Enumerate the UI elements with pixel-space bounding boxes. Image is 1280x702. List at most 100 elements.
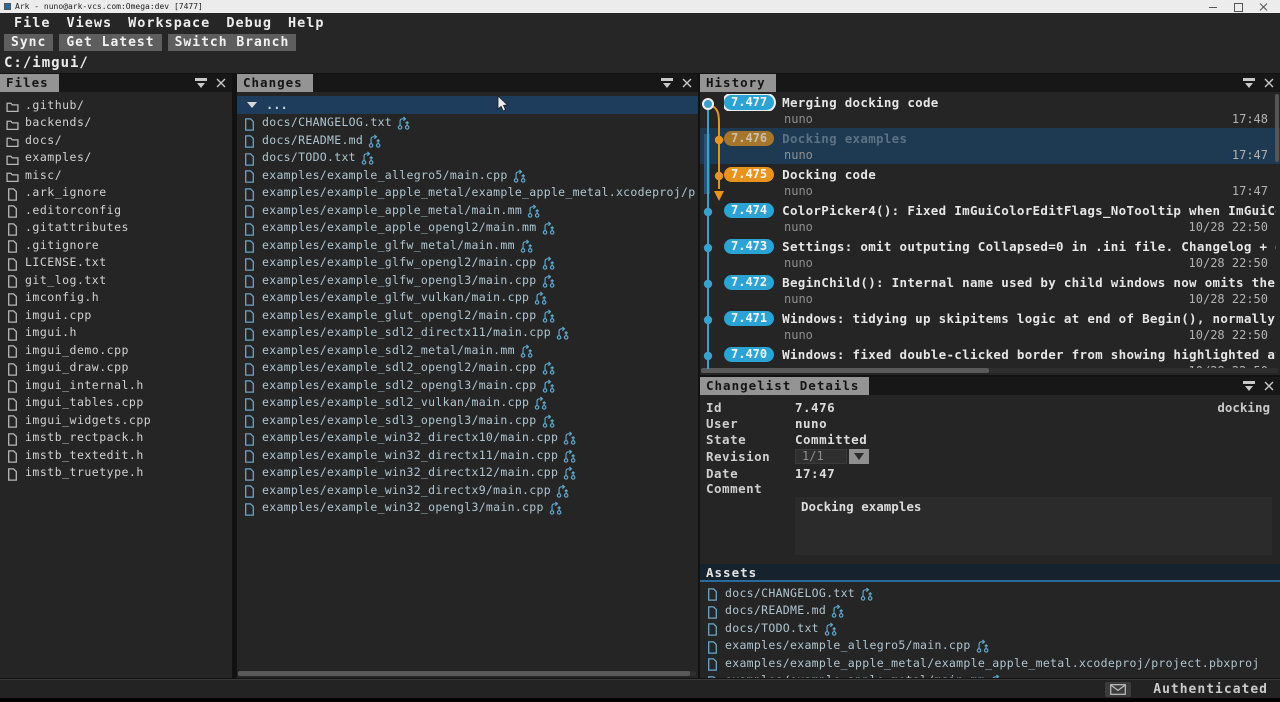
- file-tree-item[interactable]: imconfig.h: [0, 289, 232, 307]
- file-tree-item[interactable]: imgui_draw.cpp: [0, 359, 232, 377]
- file-tree-item[interactable]: imstb_textedit.h: [0, 446, 232, 464]
- asset-row[interactable]: docs/CHANGELOG.txt: [700, 584, 1280, 602]
- asset-row[interactable]: examples/example_allegro5/main.cpp: [700, 637, 1280, 655]
- revision-value[interactable]: 1/1: [795, 449, 847, 464]
- files-tab[interactable]: Files: [0, 74, 59, 92]
- file-tree-item[interactable]: imgui_widgets.cpp: [0, 411, 232, 429]
- file-tree-item[interactable]: .github/: [0, 96, 232, 114]
- changed-file-row[interactable]: examples/example_allegro5/main.cpp: [237, 166, 698, 184]
- changed-file-row[interactable]: docs/CHANGELOG.txt: [237, 114, 698, 132]
- history-vscrollbar-thumb[interactable]: [1275, 94, 1279, 162]
- asset-row[interactable]: docs/README.md: [700, 602, 1280, 620]
- user-label: User: [706, 416, 795, 431]
- file-tree-item[interactable]: docs/: [0, 131, 232, 149]
- commit-row[interactable]: 7.476 Docking examples nuno 17:47: [700, 128, 1280, 164]
- comment-textarea[interactable]: Docking examples: [795, 497, 1272, 555]
- changes-root-row[interactable]: ...: [237, 96, 698, 114]
- changes-tab[interactable]: Changes: [237, 74, 313, 92]
- file-tree-item[interactable]: imgui.cpp: [0, 306, 232, 324]
- close-button[interactable]: [1259, 2, 1268, 11]
- filter-icon[interactable]: [661, 78, 674, 89]
- file-tree-item[interactable]: imgui.h: [0, 324, 232, 342]
- assets-title: Assets: [706, 565, 757, 580]
- history-hscrollbar-thumb[interactable]: [701, 368, 989, 373]
- changed-file-row[interactable]: examples/example_apple_metal/main.mm: [237, 201, 698, 219]
- changed-file-row[interactable]: examples/example_win32_directx11/main.cp…: [237, 446, 698, 464]
- changed-file-row[interactable]: examples/example_glfw_opengl2/main.cpp: [237, 254, 698, 272]
- file-tree-item[interactable]: .gitattributes: [0, 219, 232, 237]
- changed-file-row[interactable]: examples/example_glut_opengl2/main.cpp: [237, 306, 698, 324]
- menu-item[interactable]: Debug: [218, 15, 280, 31]
- asset-row[interactable]: examples/example_apple_metal/example_app…: [700, 654, 1280, 672]
- history-tab[interactable]: History: [700, 74, 776, 92]
- commit-row[interactable]: 7.474 ColorPicker4(): Fixed ImGuiColorEd…: [700, 200, 1280, 236]
- close-panel-icon[interactable]: [682, 78, 692, 88]
- file-tree-item[interactable]: git_log.txt: [0, 271, 232, 289]
- commit-row[interactable]: 7.470 Windows: fixed double-clicked bord…: [700, 344, 1280, 369]
- file-name: backends/: [25, 115, 92, 129]
- maximize-button[interactable]: [1234, 2, 1243, 11]
- minimize-button[interactable]: [1209, 2, 1218, 11]
- file-tree-item[interactable]: misc/: [0, 166, 232, 184]
- commit-row[interactable]: 7.472 BeginChild(): Internal name used b…: [700, 272, 1280, 308]
- changed-file-row[interactable]: examples/example_win32_opengl3/main.cpp: [237, 499, 698, 517]
- commit-row[interactable]: 7.477 Merging docking code nuno 17:48: [700, 92, 1280, 128]
- commit-row[interactable]: 7.473 Settings: omit outputing Collapsed…: [700, 236, 1280, 272]
- revision-dropdown-icon[interactable]: [849, 449, 869, 464]
- mail-icon[interactable]: [1105, 682, 1131, 697]
- filter-icon[interactable]: [1243, 78, 1256, 89]
- changed-file-row[interactable]: docs/README.md: [237, 131, 698, 149]
- changed-file-row[interactable]: examples/example_win32_directx9/main.cpp: [237, 481, 698, 499]
- folder-icon: [6, 168, 19, 181]
- file-tree-item[interactable]: LICENSE.txt: [0, 254, 232, 272]
- history-hscrollbar[interactable]: [701, 368, 1278, 373]
- file-tree-item[interactable]: .ark_ignore: [0, 184, 232, 202]
- changed-file-row[interactable]: examples/example_sdl2_opengl2/main.cpp: [237, 359, 698, 377]
- changed-file-row[interactable]: examples/example_apple_opengl2/main.mm: [237, 219, 698, 237]
- commit-row[interactable]: 7.475 Docking code nuno 17:47: [700, 164, 1280, 200]
- toolbar-button[interactable]: Switch Branch: [168, 34, 297, 51]
- file-tree-item[interactable]: backends/: [0, 114, 232, 132]
- file-tree-item[interactable]: .gitignore: [0, 236, 232, 254]
- changed-file-row[interactable]: examples/example_sdl2_directx11/main.cpp: [237, 324, 698, 342]
- changes-hscrollbar[interactable]: [238, 671, 696, 676]
- changed-file-row[interactable]: examples/example_glfw_opengl3/main.cpp: [237, 271, 698, 289]
- changed-file-row[interactable]: examples/example_win32_directx10/main.cp…: [237, 429, 698, 447]
- toolbar-button[interactable]: Get Latest: [59, 34, 161, 51]
- file-tree-item[interactable]: imgui_demo.cpp: [0, 341, 232, 359]
- file-tree-item[interactable]: imstb_truetype.h: [0, 464, 232, 482]
- file-tree-item[interactable]: imstb_rectpack.h: [0, 429, 232, 447]
- file-tree-item[interactable]: imgui_tables.cpp: [0, 394, 232, 412]
- changes-hscrollbar-thumb[interactable]: [238, 671, 690, 676]
- changed-file-row[interactable]: examples/example_sdl2_opengl3/main.cpp: [237, 376, 698, 394]
- filter-icon[interactable]: [1243, 381, 1256, 392]
- filter-icon[interactable]: [195, 78, 208, 89]
- commit-row[interactable]: 7.471 Windows: tidying up skipitems logi…: [700, 308, 1280, 344]
- changed-file-row[interactable]: examples/example_glfw_metal/main.mm: [237, 236, 698, 254]
- toolbar-button[interactable]: Sync: [4, 34, 53, 51]
- menu-item[interactable]: Help: [280, 15, 333, 31]
- changelist-details-tab[interactable]: Changelist Details: [700, 377, 869, 395]
- file-tree-item[interactable]: examples/: [0, 149, 232, 167]
- file-tree-item[interactable]: imgui_internal.h: [0, 376, 232, 394]
- integration-icon: [368, 133, 381, 147]
- asset-row[interactable]: examples/example_apple_metal/main.mm: [700, 672, 1280, 679]
- close-panel-icon[interactable]: [216, 78, 226, 88]
- changed-file-row[interactable]: examples/example_apple_metal/example_app…: [237, 184, 698, 202]
- close-panel-icon[interactable]: [1264, 381, 1274, 391]
- close-panel-icon[interactable]: [1264, 78, 1274, 88]
- asset-row[interactable]: docs/TODO.txt: [700, 619, 1280, 637]
- file-tree-item[interactable]: .editorconfig: [0, 201, 232, 219]
- changed-file-row[interactable]: examples/example_win32_directx12/main.cp…: [237, 464, 698, 482]
- changed-file-row[interactable]: examples/example_sdl3_opengl3/main.cpp: [237, 411, 698, 429]
- integration-icon: [976, 638, 989, 652]
- integration-icon: [542, 220, 555, 234]
- menu-item[interactable]: Workspace: [120, 15, 218, 31]
- menu-item[interactable]: File: [6, 15, 59, 31]
- changed-file-row[interactable]: examples/example_sdl2_metal/main.mm: [237, 341, 698, 359]
- menu-item[interactable]: Views: [59, 15, 121, 31]
- changed-file-row[interactable]: examples/example_sdl2_vulkan/main.cpp: [237, 394, 698, 412]
- file-name: imgui_internal.h: [25, 378, 144, 392]
- changed-file-row[interactable]: docs/TODO.txt: [237, 149, 698, 167]
- changed-file-row[interactable]: examples/example_glfw_vulkan/main.cpp: [237, 289, 698, 307]
